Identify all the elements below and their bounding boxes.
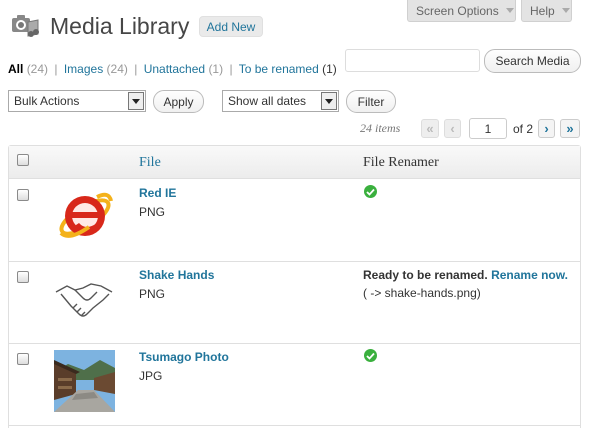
- red-ie-thumbnail[interactable]: [53, 183, 115, 245]
- row-mime-type: PNG: [139, 205, 166, 219]
- tsumago-photo-thumbnail[interactable]: [54, 350, 115, 412]
- row-checkbox[interactable]: [17, 271, 29, 283]
- select-all-checkbox[interactable]: [17, 154, 29, 166]
- subsubsub-filters: All (24) | Images (24) | Unattached (1) …: [8, 62, 337, 76]
- prev-page-icon: ‹: [450, 121, 455, 136]
- row-title[interactable]: Red IE: [139, 186, 176, 200]
- search-media-label: Search Media: [495, 54, 570, 68]
- first-page-button[interactable]: «: [421, 119, 439, 138]
- current-page-value: 1: [484, 121, 492, 136]
- row-divider: [8, 425, 581, 426]
- filter-button[interactable]: Filter: [346, 90, 396, 113]
- prev-page-button[interactable]: ‹: [444, 119, 461, 138]
- items-count: 24 items: [360, 121, 401, 135]
- dates-select[interactable]: Show all dates: [222, 90, 339, 112]
- new-filename: ( -> shake-hands.png): [363, 286, 481, 300]
- chevron-down-icon: [505, 8, 514, 13]
- filter-to-be-renamed-label: To be renamed: [238, 62, 319, 76]
- column-file-renamer-header: File Renamer: [363, 155, 439, 170]
- screen-options-button[interactable]: Screen Options: [407, 0, 516, 22]
- last-page-button[interactable]: »: [560, 119, 580, 138]
- village-photo-icon: [54, 350, 115, 412]
- bulk-actions-value: Bulk Actions: [14, 94, 80, 108]
- first-page-icon: «: [426, 121, 434, 136]
- filter-to-be-renamed[interactable]: To be renamed: [239, 62, 319, 76]
- help-label: Help: [530, 3, 555, 18]
- help-button[interactable]: Help: [521, 0, 572, 22]
- filter-all-label: All: [8, 62, 24, 76]
- filter-unattached-count: (1): [208, 62, 224, 76]
- row-title[interactable]: Shake Hands: [139, 268, 214, 282]
- chevron-down-icon: [561, 8, 570, 13]
- check-icon: [364, 349, 377, 362]
- current-page-input[interactable]: 1: [469, 118, 507, 139]
- last-page-icon: »: [566, 121, 574, 136]
- media-library-page: Media Library Add New Screen Options Hel…: [0, 0, 590, 428]
- filter-unattached[interactable]: Unattached: [144, 62, 205, 76]
- media-library-icon: [10, 10, 40, 40]
- row-mime-type: PNG: [139, 287, 166, 301]
- shake-hands-thumbnail[interactable]: [53, 272, 115, 330]
- filter-unattached-label: Unattached: [143, 62, 206, 76]
- row-mime-type: JPG: [139, 369, 163, 383]
- separator: |: [229, 62, 233, 76]
- filter-images[interactable]: Images: [64, 62, 103, 76]
- page-title: Media Library: [50, 13, 190, 39]
- bulk-actions-select[interactable]: Bulk Actions: [8, 90, 146, 112]
- apply-button[interactable]: Apply: [153, 90, 204, 113]
- next-page-button[interactable]: ›: [538, 119, 555, 138]
- filter-images-label: Images: [63, 62, 104, 76]
- filter-images-count: (24): [106, 62, 128, 76]
- filter-label: Filter: [357, 94, 385, 109]
- ie-logo-icon: [59, 192, 113, 238]
- row-title[interactable]: Tsumago Photo: [139, 350, 229, 364]
- row-checkbox[interactable]: [17, 353, 29, 365]
- screen-options-label: Screen Options: [416, 3, 499, 18]
- column-file-header[interactable]: File: [139, 155, 161, 171]
- apply-label: Apply: [163, 94, 194, 109]
- chevron-down-icon: [321, 92, 337, 110]
- search-media-button[interactable]: Search Media: [484, 49, 581, 73]
- add-new-button[interactable]: Add New: [199, 16, 263, 37]
- row-divider: [8, 343, 581, 344]
- check-icon: [364, 185, 377, 198]
- row-divider: [8, 261, 581, 262]
- separator: |: [54, 62, 58, 76]
- separator: |: [134, 62, 138, 76]
- next-page-icon: ›: [544, 121, 549, 136]
- rename-status: Ready to be renamed. Rename now.: [363, 268, 568, 282]
- rename-now-link[interactable]: Rename now.: [491, 268, 568, 282]
- chevron-down-icon: [128, 92, 144, 110]
- table-header: [9, 146, 580, 179]
- filter-all[interactable]: All (24): [8, 62, 48, 76]
- dates-value: Show all dates: [228, 94, 307, 108]
- rename-status-text: Ready to be renamed.: [363, 268, 488, 282]
- row-checkbox[interactable]: [17, 189, 29, 201]
- filter-to-be-renamed-count: (1): [322, 62, 337, 76]
- search-input[interactable]: [345, 49, 480, 72]
- total-pages: of 2: [513, 122, 534, 136]
- add-new-label: Add New: [206, 19, 256, 34]
- handshake-icon: [55, 283, 113, 317]
- filter-all-count: (24): [26, 62, 49, 76]
